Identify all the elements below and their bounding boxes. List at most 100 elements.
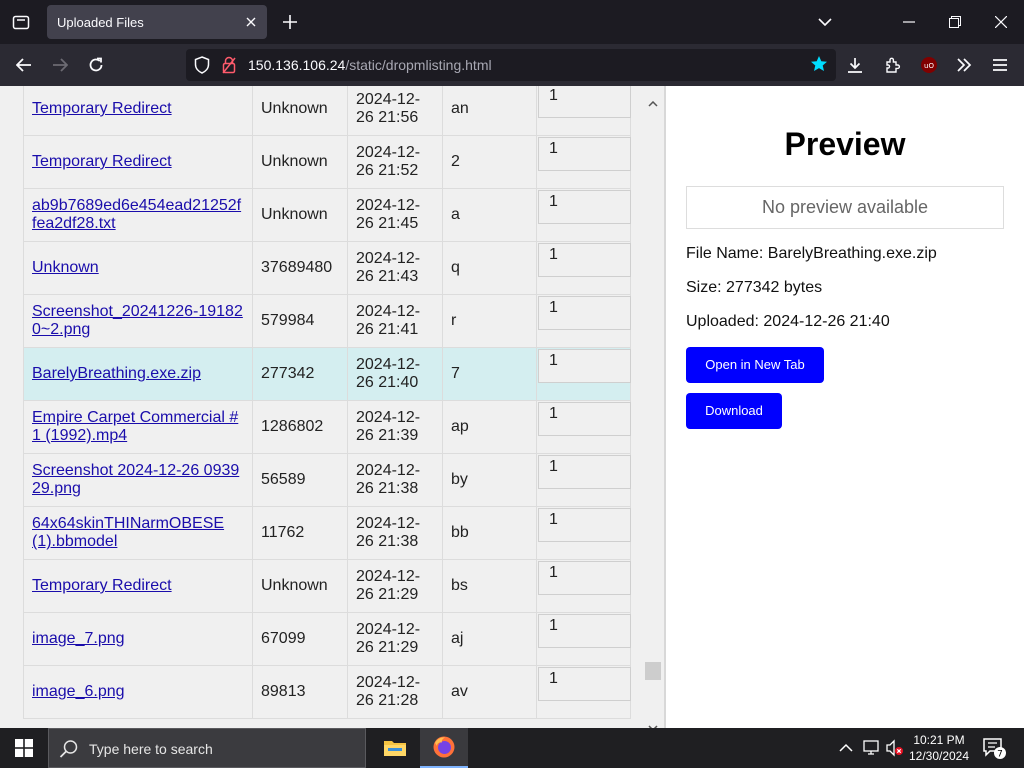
file-count-box[interactable]: 1: [538, 455, 631, 489]
table-row[interactable]: Temporary Redirect Unknown 2024-12-26 21:5…: [23, 86, 631, 136]
file-count-box[interactable]: 1: [538, 614, 631, 648]
table-row[interactable]: 64x64skinTHINarmOBESE (1).bbmodel 11762 20…: [23, 506, 631, 560]
file-count-box[interactable]: 1: [538, 137, 631, 171]
address-bar[interactable]: 150.136.106.24/static/dropmlisting.html: [186, 49, 836, 81]
active-tab[interactable]: Uploaded Files: [47, 5, 267, 39]
tab-close-button[interactable]: [241, 12, 261, 32]
file-key-cell: av: [442, 665, 537, 719]
scroll-down-arrow-icon[interactable]: [648, 718, 658, 728]
taskbar-firefox[interactable]: [420, 728, 468, 768]
file-name-cell: Temporary Redirect: [23, 135, 253, 189]
file-name-cell: Screenshot 2024-12-26 093929.png: [23, 453, 253, 507]
file-date-cell: 2024-12-26 21:56: [347, 86, 443, 136]
file-link[interactable]: image_6.png: [32, 683, 125, 700]
file-count-cell: 1: [536, 400, 631, 454]
file-count-box[interactable]: 1: [538, 561, 631, 595]
file-count-box[interactable]: 1: [538, 349, 631, 383]
table-row[interactable]: image_7.png 67099 2024-12-26 21:29 aj 1: [23, 612, 631, 666]
bookmark-star-icon[interactable]: [810, 55, 828, 78]
table-row[interactable]: BarelyBreathing.exe.zip 277342 2024-12-26 …: [23, 347, 631, 401]
open-in-new-tab-button[interactable]: Open in New Tab: [686, 347, 824, 383]
shield-icon[interactable]: [194, 56, 210, 79]
url-text[interactable]: 150.136.106.24/static/dropmlisting.html: [248, 57, 492, 73]
downloads-button[interactable]: [841, 52, 869, 78]
file-size-cell: 89813: [252, 665, 348, 719]
table-row[interactable]: image_6.png 89813 2024-12-26 21:28 av 1: [23, 665, 631, 719]
show-hidden-icons-chevron-icon[interactable]: [838, 738, 854, 763]
file-link[interactable]: BarelyBreathing.exe.zip: [32, 365, 201, 382]
taskbar-search-box[interactable]: Type here to search: [48, 728, 366, 768]
folder-icon: [384, 741, 406, 756]
file-link[interactable]: Temporary Redirect: [32, 577, 172, 594]
file-link[interactable]: Screenshot 2024-12-26 093929.png: [32, 462, 239, 497]
file-count-box[interactable]: 1: [538, 243, 631, 277]
new-tab-button[interactable]: [278, 10, 302, 34]
network-icon[interactable]: [862, 738, 882, 763]
forward-button[interactable]: [46, 52, 74, 78]
table-row[interactable]: Empire Carpet Commercial #1 (1992).mp4 12…: [23, 400, 631, 454]
back-button[interactable]: [10, 52, 38, 78]
restore-button[interactable]: [942, 9, 968, 35]
file-size-cell: Unknown: [252, 135, 348, 189]
file-link[interactable]: Unknown: [32, 259, 99, 276]
tab-list-button[interactable]: [8, 9, 34, 35]
file-count-cell: 1: [536, 559, 631, 613]
file-count-box[interactable]: 1: [538, 296, 631, 330]
list-all-tabs-button[interactable]: [812, 9, 838, 35]
file-size-cell: 1286802: [252, 400, 348, 454]
file-link[interactable]: Empire Carpet Commercial #1 (1992).mp4: [32, 409, 238, 444]
file-date: 2024-12-26 21:38: [356, 515, 421, 550]
more-tools-button[interactable]: [950, 52, 978, 78]
file-link[interactable]: ab9b7689ed6e454ead21252ffea2df28.txt: [32, 197, 241, 232]
file-name-cell: Temporary Redirect: [23, 86, 253, 136]
notification-center-button[interactable]: 7: [982, 736, 1006, 765]
file-count-cell: 1: [536, 135, 631, 189]
file-date: 2024-12-26 21:40: [356, 356, 421, 391]
preview-file-name: File Name: BarelyBreathing.exe.zip: [686, 245, 937, 262]
file-link[interactable]: Temporary Redirect: [32, 153, 172, 170]
taskbar-clock[interactable]: 10:21 PM 12/30/2024: [905, 732, 973, 764]
file-count-cell: 1: [536, 294, 631, 348]
extensions-button[interactable]: [879, 52, 907, 78]
close-window-button[interactable]: [988, 9, 1014, 35]
download-button[interactable]: Download: [686, 393, 782, 429]
arrow-right-icon: [53, 58, 68, 72]
file-link[interactable]: 64x64skinTHINarmOBESE (1).bbmodel: [32, 515, 224, 550]
file-date-cell: 2024-12-26 21:52: [347, 135, 443, 189]
file-size-cell: 67099: [252, 612, 348, 666]
file-size-cell: 579984: [252, 294, 348, 348]
table-row[interactable]: Screenshot 2024-12-26 093929.png 56589 202…: [23, 453, 631, 507]
taskbar-file-explorer[interactable]: [371, 728, 419, 768]
notification-count: 7: [997, 750, 1003, 760]
reload-button[interactable]: [82, 52, 110, 78]
file-size-cell: 277342: [252, 347, 348, 401]
svg-text:uO: uO: [924, 62, 934, 70]
minimize-button[interactable]: [896, 9, 922, 35]
scroll-thumb[interactable]: [645, 662, 661, 680]
file-link[interactable]: Screenshot_20241226-191820~2.png: [32, 303, 243, 338]
table-row[interactable]: Temporary Redirect Unknown 2024-12-26 21:2…: [23, 559, 631, 613]
file-count-box[interactable]: 1: [538, 402, 631, 436]
file-list-scrollbar[interactable]: [644, 86, 662, 728]
file-count-box[interactable]: 1: [538, 508, 631, 542]
ublock-origin-button[interactable]: uO: [915, 52, 943, 78]
file-link[interactable]: image_7.png: [32, 630, 125, 647]
app-menu-button[interactable]: [986, 52, 1014, 78]
file-date-cell: 2024-12-26 21:29: [347, 559, 443, 613]
file-count-box[interactable]: 1: [538, 190, 631, 224]
table-row[interactable]: ab9b7689ed6e454ead21252ffea2df28.txt Unkn…: [23, 188, 631, 242]
table-row[interactable]: Unknown 37689480 2024-12-26 21:43 q 1: [23, 241, 631, 295]
volume-muted-icon[interactable]: [885, 738, 905, 763]
file-date-cell: 2024-12-26 21:43: [347, 241, 443, 295]
file-count-box[interactable]: 1: [538, 86, 631, 118]
hamburger-menu-icon: [993, 59, 1007, 71]
arrow-left-icon: [16, 58, 31, 72]
scroll-up-arrow-icon[interactable]: [648, 94, 658, 112]
file-link[interactable]: Temporary Redirect: [32, 100, 172, 117]
table-row[interactable]: Screenshot_20241226-191820~2.png 579984 20…: [23, 294, 631, 348]
start-button[interactable]: [0, 728, 48, 768]
insecure-lock-icon[interactable]: [222, 56, 236, 79]
file-count-box[interactable]: 1: [538, 667, 631, 701]
table-row[interactable]: Temporary Redirect Unknown 2024-12-26 21:5…: [23, 135, 631, 189]
file-date: 2024-12-26 21:45: [356, 197, 421, 232]
